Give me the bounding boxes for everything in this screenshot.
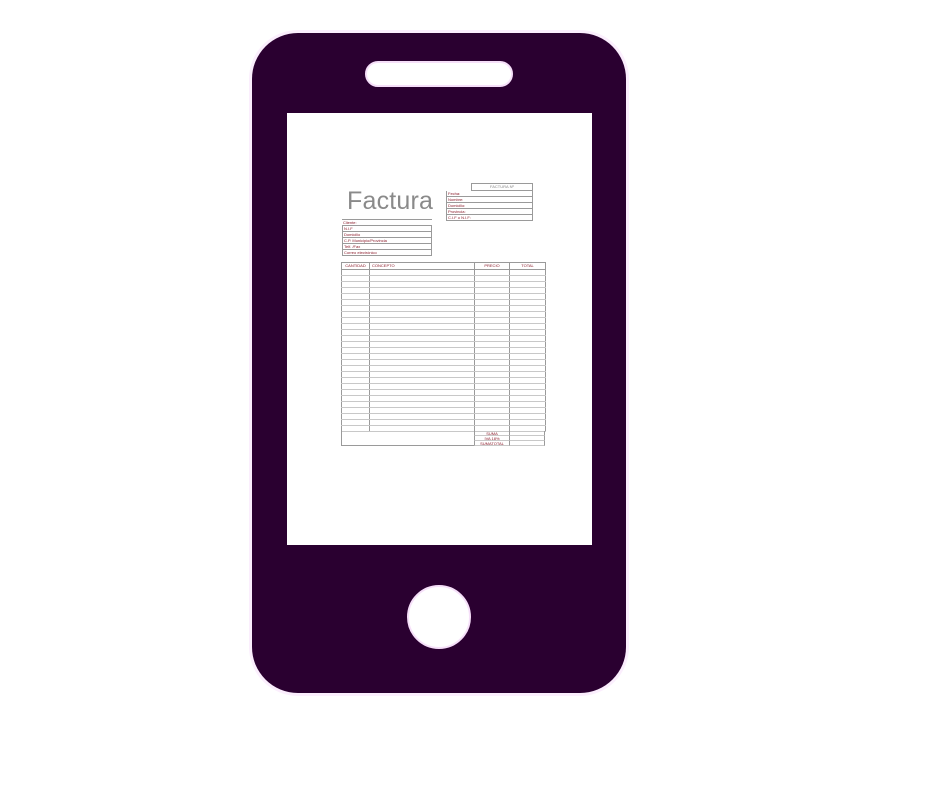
totals-label-grand-total: SUMATOTAL [474,441,509,446]
client-box: Cliente: N.I.F Domicilio C.P. Municipio/… [342,219,432,256]
column-header-concept: CONCEPTO [369,262,475,270]
client-row: Cliente: [342,219,432,226]
invoice-items-table: CANTIDAD CONCEPTO PRECIO TOTAL [341,262,546,432]
totals-row: SUMATOTAL [341,441,545,446]
invoice-number-label: FACTURA Nº [471,183,533,191]
smartphone-icon: Factura FACTURA Nº Fecha: Nombre: Domici… [252,33,626,693]
speaker-icon [365,61,513,87]
column-header-quantity: CANTIDAD [341,262,370,270]
phone-screen: Factura FACTURA Nº Fecha: Nombre: Domici… [287,113,592,545]
column-header-price: PRECIO [474,262,510,270]
table-header-row: CANTIDAD CONCEPTO PRECIO TOTAL [341,262,546,270]
invoice-number-box: FACTURA Nº Fecha: Nombre: Domicilio: Pro… [446,183,533,221]
issuer-row: C.I.F o N.I.F: [446,215,533,221]
home-button-icon [407,585,471,649]
invoice-title: Factura [347,187,434,215]
table-body [341,269,546,432]
totals-spacer [341,441,474,446]
column-header-total: TOTAL [509,262,546,270]
totals-value [509,441,545,446]
invoice-totals: SUMA IVA 18% SUMATOTAL [341,431,545,446]
client-row: Correo electrónico [342,250,432,256]
